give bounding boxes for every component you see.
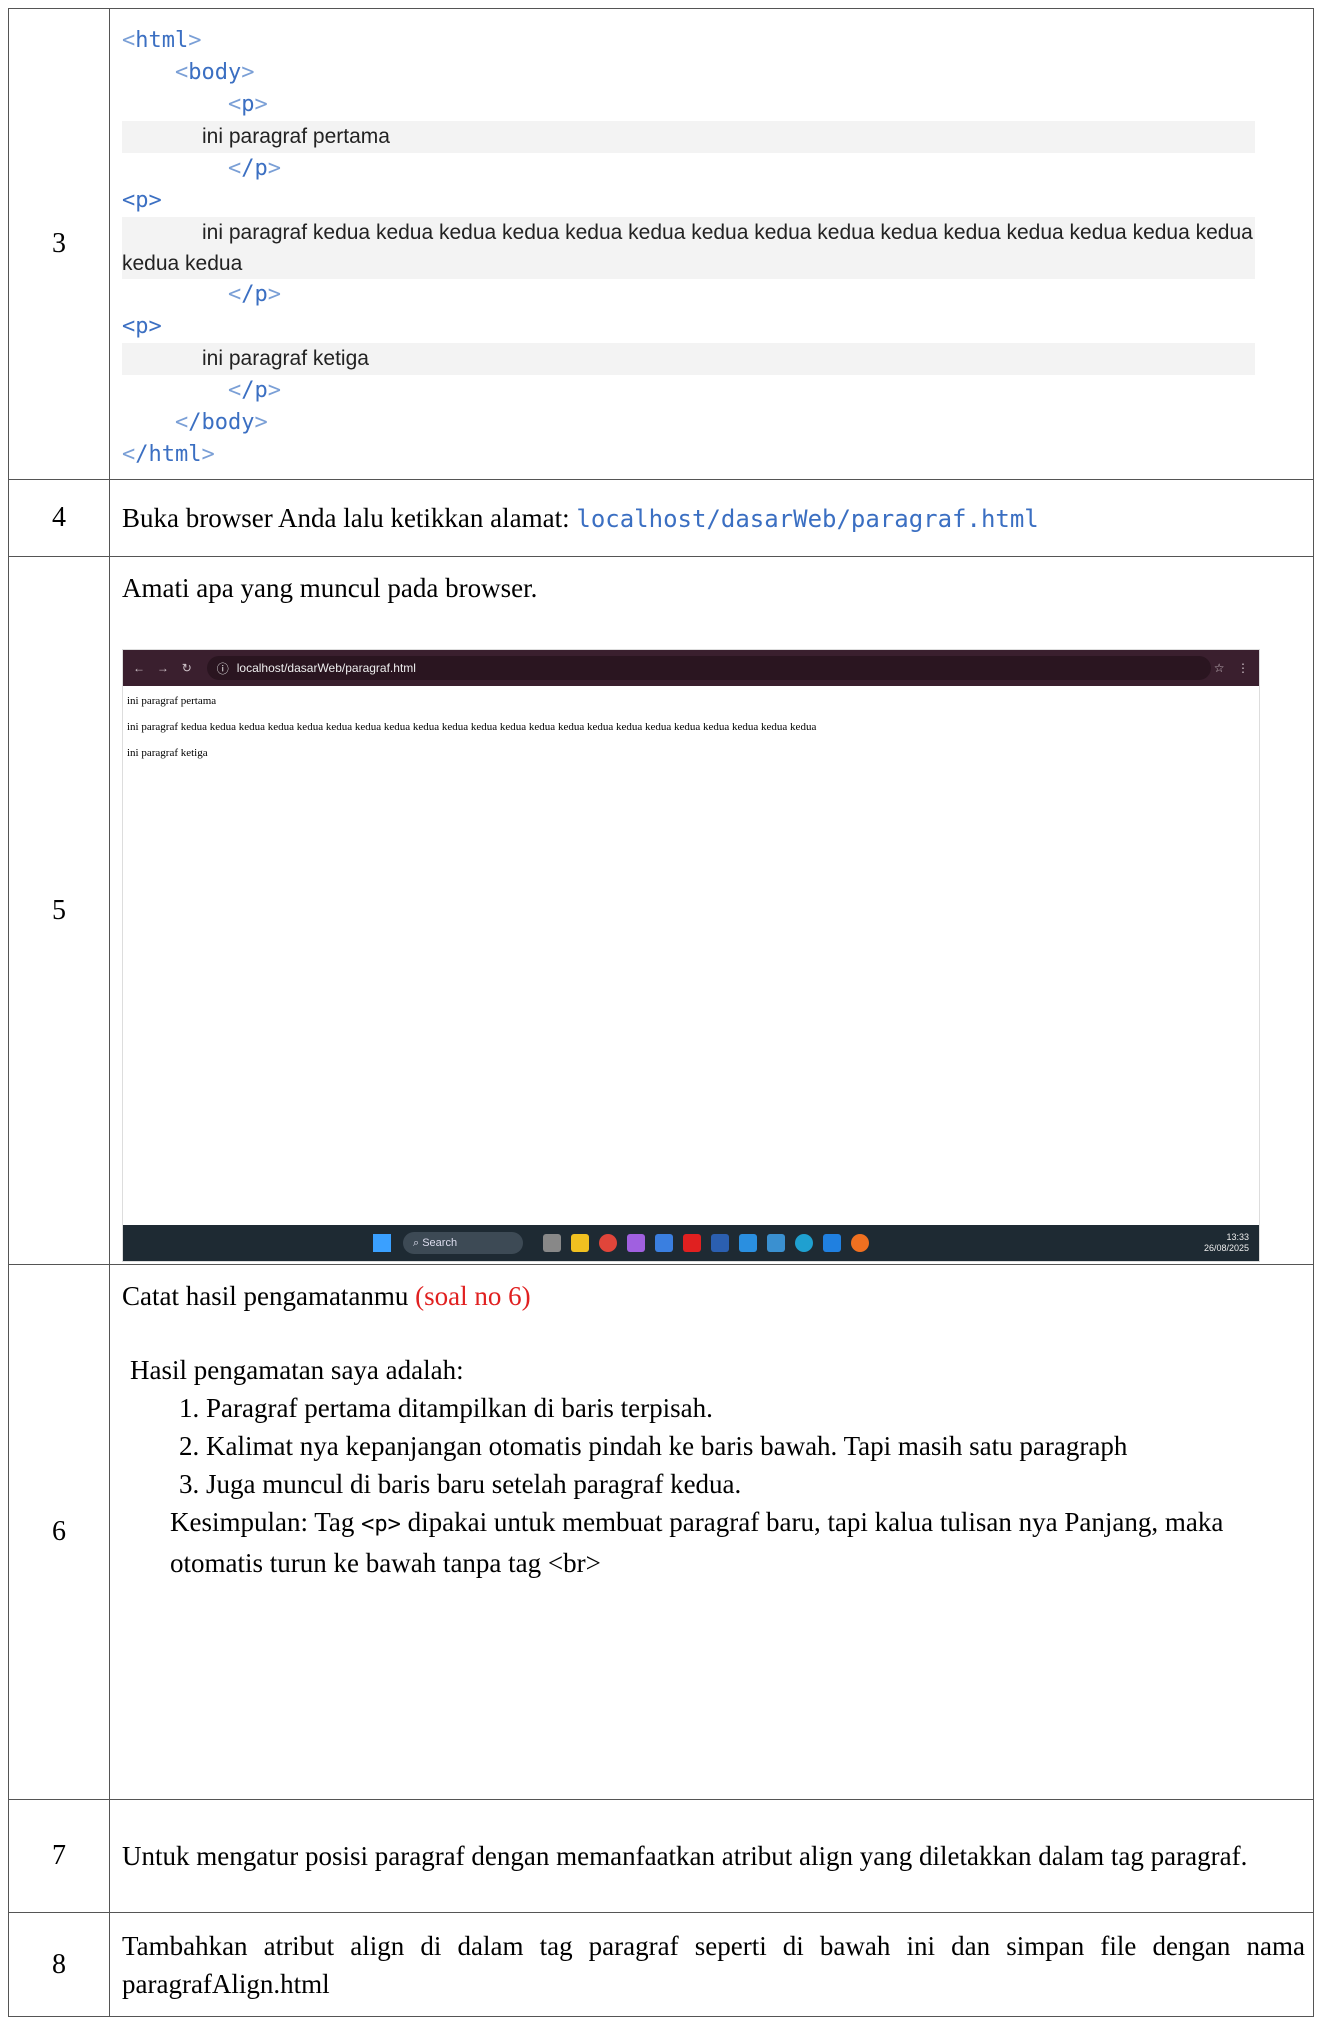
page-p3: ini paragraf ketiga bbox=[127, 747, 208, 759]
step-text: Tambahkan atribut align di dalam tag par… bbox=[122, 1930, 1305, 1999]
back-icon: ← bbox=[132, 661, 145, 675]
table-row: 3 <html> <body> <p> ini paragraf pertama… bbox=[8, 8, 1314, 480]
taskbar: ⌕ Search 13:33 26/08/2025 bbox=[123, 1225, 1259, 1261]
taskbar-search: ⌕ Search bbox=[403, 1232, 523, 1254]
step-text: Buka browser Anda lalu ketikkan alamat: bbox=[122, 503, 577, 533]
firefox-icon bbox=[851, 1234, 869, 1252]
forward-icon: → bbox=[156, 661, 169, 675]
app-icon bbox=[655, 1234, 673, 1252]
step-number: 8 bbox=[8, 1912, 110, 2017]
app-icon bbox=[767, 1234, 785, 1252]
step-number: 4 bbox=[8, 479, 110, 557]
conclusion: Kesimpulan: Tag <p> dipakai untuk membua… bbox=[170, 1507, 1224, 1578]
step-number: 5 bbox=[8, 556, 110, 1265]
step-number: 3 bbox=[8, 8, 110, 480]
code-p3-text: ini paragraf ketiga bbox=[122, 343, 1255, 375]
table-row: 8 Tambahkan atribut align di dalam tag p… bbox=[8, 1912, 1314, 2017]
code-p1-text: ini paragraf pertama bbox=[122, 121, 1255, 153]
system-tray: 13:33 26/08/2025 bbox=[1203, 1232, 1249, 1253]
app-icon bbox=[543, 1234, 561, 1252]
taskbar-apps bbox=[543, 1234, 869, 1252]
steps-table: 3 <html> <body> <p> ini paragraf pertama… bbox=[8, 8, 1314, 2017]
page-p1: ini paragraf pertama bbox=[127, 695, 217, 707]
browser-screenshot: ← → ↻ ⓘ localhost/dasarWeb/paragraf.html… bbox=[122, 649, 1260, 1262]
table-row: 5 Amati apa yang muncul pada browser. ← … bbox=[8, 556, 1314, 1265]
youtube-icon bbox=[683, 1234, 701, 1252]
app-icon bbox=[627, 1234, 645, 1252]
table-row: 7 Untuk mengatur posisi paragraf dengan … bbox=[8, 1799, 1314, 1913]
search-icon: ⌕ bbox=[413, 1237, 423, 1249]
observation-intro: Hasil pengamatan saya adalah: bbox=[130, 1355, 464, 1385]
observation-list: Paragraf pertama ditampilkan di baris te… bbox=[158, 1389, 1293, 1503]
table-row: 4 Buka browser Anda lalu ketikkan alamat… bbox=[8, 479, 1314, 557]
notepad-icon bbox=[823, 1234, 841, 1252]
edge-icon bbox=[795, 1234, 813, 1252]
list-item: Paragraf pertama ditampilkan di baris te… bbox=[206, 1389, 1293, 1427]
address-bar: ⓘ localhost/dasarWeb/paragraf.html bbox=[206, 656, 1212, 680]
chrome-icon bbox=[599, 1234, 617, 1252]
step-text: Amati apa yang muncul pada browser. bbox=[122, 573, 538, 603]
menu-icon: ⋮ bbox=[1237, 661, 1250, 675]
windows-icon bbox=[373, 1234, 391, 1252]
star-icon: ☆ bbox=[1213, 661, 1225, 675]
word-icon bbox=[711, 1234, 729, 1252]
page-p2: ini paragraf kedua kedua kedua kedua ked… bbox=[127, 721, 817, 733]
code-p2-text: ini paragraf kedua kedua kedua kedua ked… bbox=[122, 217, 1255, 279]
info-icon: ⓘ bbox=[216, 661, 229, 676]
reload-icon: ↻ bbox=[181, 661, 192, 675]
step-title: Catat hasil pengamatanmu (soal no 6) bbox=[122, 1281, 531, 1311]
step-number: 7 bbox=[8, 1799, 110, 1913]
step-number: 6 bbox=[8, 1264, 110, 1800]
code-cell: <html> <body> <p> ini paragraf pertama <… bbox=[109, 8, 1314, 480]
url-text: localhost/dasarWeb/paragraf.html bbox=[576, 505, 1039, 533]
folder-icon bbox=[571, 1234, 589, 1252]
step-text: Untuk mengatur posisi paragraf dengan me… bbox=[122, 1841, 1248, 1871]
vscode-icon bbox=[739, 1234, 757, 1252]
table-row: 6 Catat hasil pengamatanmu (soal no 6) H… bbox=[8, 1264, 1314, 1800]
list-item: Kalimat nya kepanjangan otomatis pindah … bbox=[206, 1427, 1293, 1465]
code-block: <html> <body> <p> ini paragraf pertama <… bbox=[122, 25, 1305, 471]
list-item: Juga muncul di baris baru setelah paragr… bbox=[206, 1465, 1293, 1503]
browser-toolbar: ← → ↻ ⓘ localhost/dasarWeb/paragraf.html… bbox=[123, 650, 1259, 686]
